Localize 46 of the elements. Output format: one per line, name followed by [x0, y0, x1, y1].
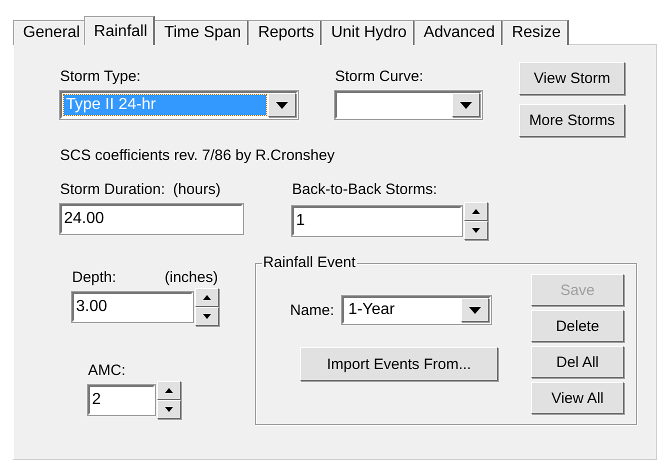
dropdown-arrow-button[interactable] — [268, 93, 296, 117]
unit-label: (inches) — [164, 269, 218, 286]
spin-down-button[interactable] — [195, 307, 219, 326]
event-name-dropdown[interactable]: 1-Year — [342, 296, 492, 324]
down-triangle-icon — [203, 314, 211, 319]
tab[interactable]: Unit Hydro — [321, 20, 415, 45]
duration-field[interactable]: 24.00 — [60, 204, 243, 234]
up-triangle-icon — [165, 388, 173, 393]
up-triangle-icon — [203, 295, 211, 300]
spin-down-button[interactable] — [464, 221, 488, 240]
delete-button[interactable]: Delete — [531, 310, 624, 342]
amc-field[interactable]: 2 — [88, 385, 155, 415]
tab[interactable]: Rainfall — [84, 16, 156, 45]
down-triangle-icon — [460, 102, 472, 108]
down-triangle-icon — [276, 102, 288, 108]
field-label: Storm Type: — [60, 68, 142, 85]
back-to-back-field[interactable]: 1 — [292, 206, 462, 236]
delete-all-button[interactable]: Del All — [531, 346, 624, 378]
field-label: Storm Curve: — [335, 68, 424, 85]
spin-up-button[interactable] — [464, 202, 488, 221]
field-label: Back-to-Back Storms: — [292, 181, 438, 198]
coefficients-note: SCS coefficients rev. 7/86 by R.Cronshey — [60, 147, 335, 164]
field-label: Name: — [290, 302, 334, 318]
down-triangle-icon — [165, 407, 173, 412]
dropdown-arrow-button[interactable] — [452, 93, 480, 117]
down-triangle-icon — [469, 306, 482, 314]
spin-down-button[interactable] — [157, 400, 181, 419]
up-triangle-icon — [472, 209, 480, 214]
view-all-button[interactable]: View All — [531, 382, 624, 414]
unit-label: (hours) — [173, 181, 221, 198]
down-triangle-icon — [472, 228, 480, 233]
dropdown-arrow-button[interactable] — [461, 298, 490, 322]
view-storm-button[interactable]: View Storm — [519, 62, 625, 95]
field-label: Storm Duration: — [60, 181, 166, 198]
tab[interactable]: Time Span — [154, 20, 250, 45]
storm-curve-dropdown[interactable] — [335, 91, 482, 119]
tab[interactable]: Resize — [502, 20, 569, 45]
tab[interactable]: Advanced — [414, 20, 503, 45]
more-storms-button[interactable]: More Storms — [519, 104, 625, 137]
field-label: Depth: — [72, 269, 116, 286]
depth-field[interactable]: 3.00 — [72, 292, 193, 322]
spin-up-button[interactable] — [157, 381, 181, 400]
field-label: AMC: — [88, 362, 126, 379]
import-events-button[interactable]: Import Events From... — [300, 347, 498, 381]
spin-up-button[interactable] — [195, 288, 219, 307]
tab[interactable]: Reports — [248, 20, 322, 45]
